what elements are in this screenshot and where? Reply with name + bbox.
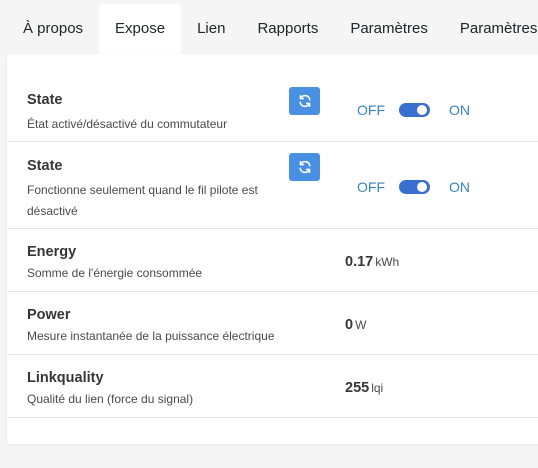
tab-reports[interactable]: Rapports <box>241 4 334 54</box>
state-toggle-group: OFF ON <box>357 102 470 118</box>
refresh-button[interactable] <box>289 87 320 115</box>
tab-expose[interactable]: Expose <box>99 4 182 54</box>
feature-description: Mesure instantanée de la puissance élect… <box>27 329 275 343</box>
expose-row-state: State État activé/désactivé du commutate… <box>7 79 538 142</box>
off-label[interactable]: OFF <box>357 102 385 118</box>
energy-unit: kWh <box>375 255 400 269</box>
tab-settings[interactable]: Paramètres <box>334 4 444 54</box>
switch-knob <box>417 105 427 115</box>
refresh-icon <box>298 94 311 108</box>
power-value: 0W <box>345 317 367 333</box>
feature-name: State <box>27 158 63 174</box>
expose-row-state-pilot: State Fonctionne seulement quand le fil … <box>7 142 538 229</box>
switch-knob <box>417 182 427 192</box>
feature-description-line1: Fonctionne seulement quand le fil pilote… <box>27 183 258 197</box>
linkquality-value: 255 lqi <box>345 380 384 396</box>
linkquality-unit: lqi <box>371 381 384 395</box>
feature-name: Energy <box>27 244 77 260</box>
feature-description: Qualité du lien (force du signal) <box>27 392 194 406</box>
tab-bar: À propos Expose Lien Rapports Paramètres… <box>0 0 538 54</box>
feature-name: State <box>27 92 63 108</box>
tab-about[interactable]: À propos <box>0 4 99 54</box>
off-label[interactable]: OFF <box>357 179 385 195</box>
state-switch[interactable] <box>399 103 430 117</box>
expose-row-linkquality: Linkquality Qualité du lien (force du si… <box>7 355 538 418</box>
on-label[interactable]: ON <box>449 102 470 118</box>
refresh-icon <box>298 160 311 174</box>
expose-row-power: Power Mesure instantanée de la puissance… <box>7 292 538 355</box>
tab-link[interactable]: Lien <box>181 4 241 54</box>
feature-name: Power <box>27 307 71 323</box>
tab-settings-specific[interactable]: Paramètres <box>444 4 538 54</box>
refresh-button[interactable] <box>289 153 320 181</box>
on-label[interactable]: ON <box>449 179 470 195</box>
power-unit: W <box>355 318 367 332</box>
expose-row-energy: Energy Somme de l'énergie consommée 0.17… <box>7 229 538 292</box>
feature-name: Linkquality <box>27 370 104 386</box>
feature-description: État activé/désactivé du commutateur <box>27 117 228 131</box>
feature-description-line2: désactivé <box>27 204 78 218</box>
feature-description: Somme de l'énergie consommée <box>27 266 203 280</box>
energy-value: 0.17 kWh <box>345 254 400 270</box>
state-switch[interactable] <box>399 180 430 194</box>
state-toggle-group: OFF ON <box>357 179 470 195</box>
